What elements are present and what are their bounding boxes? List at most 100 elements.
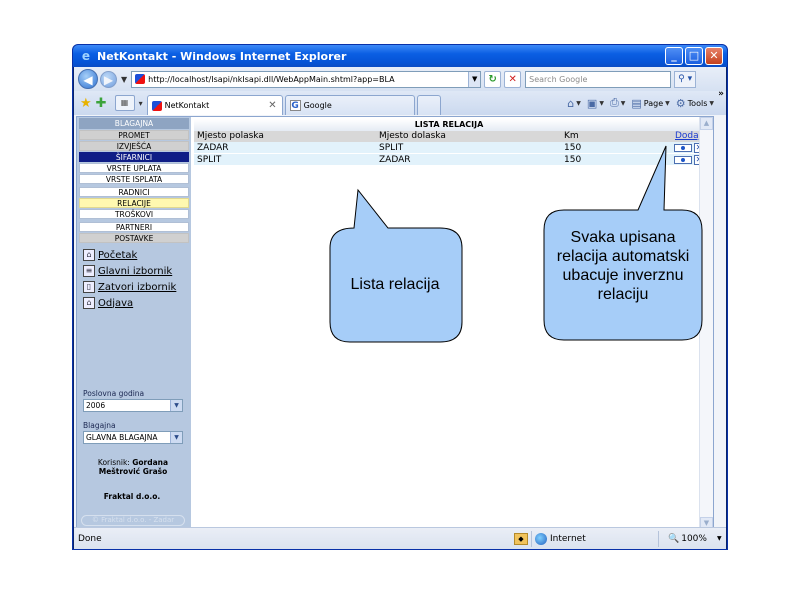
scroll-up-icon[interactable]: ▲ xyxy=(700,117,713,130)
menu-spacer xyxy=(77,309,191,389)
link-glavni-izbornik[interactable]: ≡ Glavni izbornik xyxy=(83,265,191,277)
page-menu[interactable]: ▤ Page ▼ xyxy=(631,97,669,110)
refresh-icon[interactable]: ↻ xyxy=(484,70,502,88)
status-divider xyxy=(658,530,659,547)
feeds-button[interactable]: ▣ ▼ xyxy=(587,97,604,110)
more-tools-chevron-icon[interactable]: » xyxy=(718,89,724,99)
chevron-down-icon: ▼ xyxy=(576,99,581,107)
add-favorite-icon[interactable]: ✚ xyxy=(96,96,107,111)
globe-icon xyxy=(535,532,547,545)
link-pocetak-label[interactable]: Početak xyxy=(98,250,137,261)
command-bar: ⌂ ▼ ▣ ▼ ⎙ ▼ ▤ Page ▼ ⚙ Tools ▼ xyxy=(567,96,714,110)
menu-item-postavke[interactable]: POSTAVKE xyxy=(79,233,189,243)
copyright-badge: © Fraktal d.o.o. - Zadar xyxy=(81,515,185,526)
site-favicon-icon xyxy=(135,74,146,84)
search-input[interactable]: Search Google xyxy=(525,70,672,88)
print-button[interactable]: ⎙ ▼ xyxy=(610,96,625,110)
callout-list: Lista relacija xyxy=(328,188,463,344)
link-odjava-label[interactable]: Odjava xyxy=(98,298,133,309)
page-icon: ▤ xyxy=(631,96,642,110)
callout-inverse-text: Svaka upisana relacija automatski ubacuj… xyxy=(556,229,690,303)
tools-menu-label: Tools xyxy=(687,98,708,108)
column-header-from: Mjesto polaska xyxy=(197,131,264,141)
tab-netkontakt[interactable]: NetKontakt ✕ xyxy=(146,95,283,115)
link-zatvori-izbornik-label[interactable]: Zatvori izbornik xyxy=(98,282,176,293)
chevron-down-icon: ▼ xyxy=(716,535,722,542)
menu-item-vrste-uplata[interactable]: VRSTE UPLATA xyxy=(79,163,189,173)
home-icon: ⌂ xyxy=(567,96,575,110)
favorites-star-icon[interactable]: ★ xyxy=(80,96,92,111)
search-icon[interactable]: ⚲ ▾ xyxy=(674,70,697,88)
zone-label: Internet xyxy=(550,533,586,544)
history-dropdown-icon[interactable]: ▼ xyxy=(121,75,127,84)
menu-item-sifarnici[interactable]: ŠIFARNICI xyxy=(79,152,189,162)
home-icon: ⌂ xyxy=(83,249,95,261)
speech-bubble-shape xyxy=(329,188,463,343)
address-row: ◀ ▶ ▼ http://localhost/Isapi/nkIsapi.dll… xyxy=(74,67,726,91)
maximize-button[interactable]: □ xyxy=(685,47,703,65)
cell-to: ZADAR xyxy=(379,155,411,165)
protected-mode-icon: ◆ xyxy=(514,532,528,545)
register-value: GLAVNA BLAGAJNA xyxy=(86,433,158,442)
link-odjava[interactable]: ⌂ Odjava xyxy=(83,297,191,309)
chevron-down-icon: ▼ xyxy=(665,99,670,107)
callout-inverse: Svaka upisana relacija automatski ubacuj… xyxy=(542,145,704,342)
feeds-icon: ▣ xyxy=(586,96,598,110)
quick-tabs-icon[interactable]: ▦ xyxy=(114,95,135,111)
zoom-control[interactable]: 🔍 100% ▼ xyxy=(668,534,722,544)
user-prefix: Korisnik: xyxy=(97,458,130,467)
tab-label: NetKontakt xyxy=(164,101,210,110)
menu-item-troskovi[interactable]: TROŠKOVI xyxy=(79,209,189,219)
tools-menu[interactable]: ⚙ Tools ▼ xyxy=(676,97,714,110)
left-menu: BLAGAJNA PROMET IZVJEŠĆA ŠIFARNICI VRSTE… xyxy=(77,117,191,530)
menu-icon: ≡ xyxy=(83,265,95,277)
page-menu-label: Page xyxy=(643,98,664,108)
zoom-icon: 🔍 xyxy=(668,533,680,544)
menu-item-promet[interactable]: PROMET xyxy=(79,130,189,140)
home-button[interactable]: ⌂ ▼ xyxy=(567,97,581,110)
add-link[interactable]: Dodaj xyxy=(675,131,701,142)
link-zatvori-izbornik[interactable]: ▯ Zatvori izbornik xyxy=(83,281,191,293)
column-header-to: Mjesto dolaska xyxy=(379,131,446,141)
chevron-down-icon: ▼ xyxy=(170,432,182,443)
link-glavni-izbornik-label[interactable]: Glavni izbornik xyxy=(98,266,172,277)
gear-icon: ⚙ xyxy=(675,96,686,110)
menu-item-izvjesca[interactable]: IZVJEŠĆA xyxy=(79,141,189,151)
chevron-down-icon: ▼ xyxy=(170,400,182,411)
link-pocetak[interactable]: ⌂ Početak xyxy=(83,249,191,261)
tab-close-icon[interactable]: ✕ xyxy=(268,100,276,111)
menu-item-relacije[interactable]: RELACIJE xyxy=(79,198,189,208)
tab-label: Google xyxy=(303,101,332,110)
new-tab-button[interactable] xyxy=(416,95,441,115)
register-select[interactable]: GLAVNA BLAGAJNA ▼ xyxy=(83,431,183,444)
chevron-down-icon: ▼ xyxy=(599,99,604,107)
table-title: LISTA RELACIJA xyxy=(194,119,704,131)
minimize-button[interactable]: _ xyxy=(665,47,683,65)
tab-list-dropdown-icon[interactable]: ▾ xyxy=(139,99,143,108)
user-info: Korisnik: Gordana Meštrović Grašo xyxy=(81,458,185,476)
year-value: 2006 xyxy=(86,401,106,410)
register-label: Blagajna xyxy=(83,421,116,430)
menu-header: BLAGAJNA xyxy=(79,118,189,129)
table-header: Mjesto polaska Mjesto dolaska Km Dodaj xyxy=(194,131,704,142)
chevron-down-icon: ▼ xyxy=(620,99,626,107)
menu-item-vrste-isplata[interactable]: VRSTE ISPLATA xyxy=(79,174,189,184)
printer-icon: ⎙ xyxy=(609,96,619,109)
close-button[interactable]: ✕ xyxy=(705,47,723,65)
address-dropdown-icon[interactable]: ▼ xyxy=(468,71,481,87)
google-icon: G xyxy=(289,100,301,111)
menu-item-partneri[interactable]: PARTNERI xyxy=(79,222,189,232)
forward-arrow-icon[interactable]: ▶ xyxy=(100,70,117,88)
tab-google[interactable]: G Google xyxy=(284,95,415,115)
site-favicon-icon xyxy=(151,100,162,111)
status-text: Done xyxy=(78,533,102,544)
year-select[interactable]: 2006 ▼ xyxy=(83,399,183,412)
menu-item-radnici[interactable]: RADNICI xyxy=(79,187,189,197)
stop-icon[interactable]: ✕ xyxy=(504,70,522,88)
callout-list-text: Lista relacija xyxy=(350,276,440,293)
lock-icon: ⌂ xyxy=(83,297,95,309)
back-arrow-icon[interactable]: ◀ xyxy=(78,69,98,89)
address-bar[interactable]: http://localhost/Isapi/nkIsapi.dll/WebAp… xyxy=(131,70,482,88)
status-bar: Done ◆ Internet 🔍 100% ▼ xyxy=(74,527,726,549)
column-header-km: Km xyxy=(564,131,579,141)
